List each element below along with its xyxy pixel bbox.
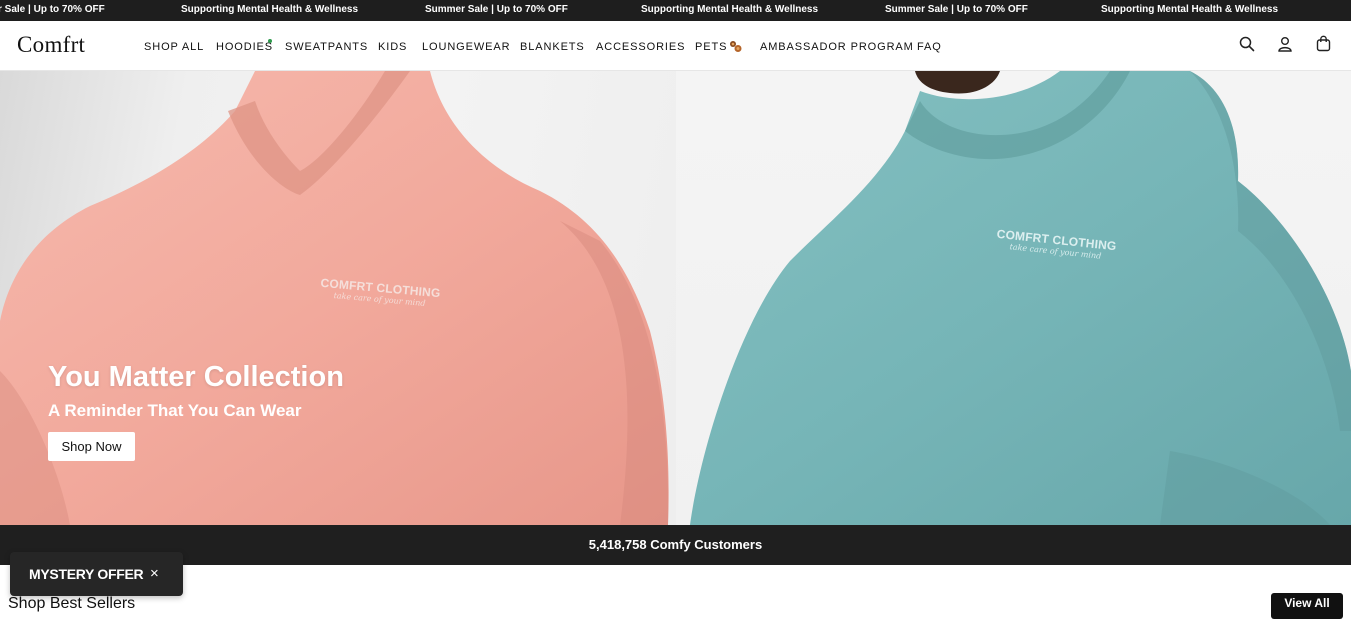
hero-title: You Matter Collection xyxy=(48,361,344,393)
logo[interactable]: Comfrt xyxy=(17,32,85,58)
ticker-item: Supporting Mental Health & Wellness xyxy=(641,4,819,15)
view-all-button[interactable]: View All xyxy=(1271,593,1343,619)
nav-blankets[interactable]: BLANKETS xyxy=(520,41,585,54)
mystery-offer-popup[interactable]: MYSTERY OFFER × xyxy=(10,552,183,596)
close-icon[interactable]: × xyxy=(150,566,159,582)
cart-icon[interactable] xyxy=(1316,35,1331,52)
hoodie-photos xyxy=(0,71,1351,525)
paw-icon xyxy=(730,41,742,52)
shop-now-button[interactable]: Shop Now xyxy=(48,432,135,461)
ticker-item: Supporting Mental Health & Wellness xyxy=(181,4,359,15)
nav-hoodies[interactable]: HOODIES xyxy=(216,41,273,54)
customer-count-text: 5,418,758 Comfy Customers xyxy=(588,537,763,552)
nav-pets[interactable]: PETS xyxy=(695,41,727,54)
hero-banner[interactable]: COMFRT CLOTHING take care of your mind C… xyxy=(0,71,1351,525)
ticker-item: Summer Sale | Up to 70% OFF xyxy=(885,4,1028,15)
nav-sweatpants[interactable]: SWEATPANTS xyxy=(285,41,368,54)
best-sellers-title: Shop Best Sellers xyxy=(8,595,136,612)
ticker-item: r Sale | Up to 70% OFF xyxy=(0,4,105,15)
ticker-item: Summer Sale | Up to 70% OFF xyxy=(425,4,568,15)
search-icon[interactable] xyxy=(1239,36,1255,52)
nav-loungewear[interactable]: LOUNGEWEAR xyxy=(422,41,510,54)
nav-shop-all[interactable]: SHOP ALL xyxy=(144,41,204,54)
announcement-ticker: r Sale | Up to 70% OFF Supporting Mental… xyxy=(0,0,1351,21)
customer-count-bar: 5,418,758 Comfy Customers xyxy=(0,525,1351,565)
nav-faq[interactable]: FAQ xyxy=(917,41,942,54)
account-icon[interactable] xyxy=(1277,36,1293,52)
nav-accessories[interactable]: ACCESSORIES xyxy=(596,41,685,54)
mystery-offer-label[interactable]: MYSTERY OFFER xyxy=(29,566,144,582)
site-header: Comfrt SHOP ALL HOODIES SWEATPANTS KIDS … xyxy=(0,21,1351,71)
nav-kids[interactable]: KIDS xyxy=(378,41,407,54)
ticker-item: Supporting Mental Health & Wellness xyxy=(1101,4,1279,15)
new-indicator-dot xyxy=(268,39,272,43)
nav-ambassador-program[interactable]: AMBASSADOR PROGRAM xyxy=(760,41,914,54)
hero-subtitle: A Reminder That You Can Wear xyxy=(48,401,302,420)
